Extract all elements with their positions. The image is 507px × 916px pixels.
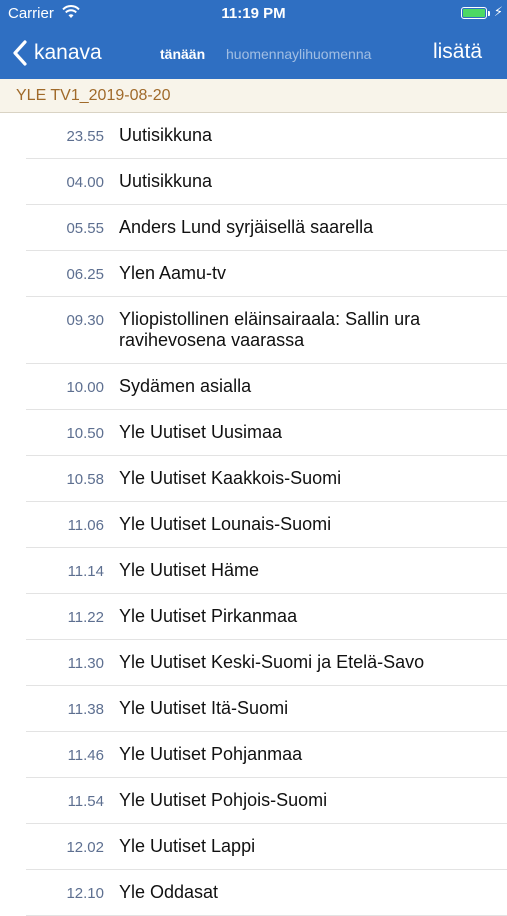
program-row[interactable]: 11.06 Yle Uutiset Lounais-Suomi [26,502,507,548]
program-time: 10.58 [66,471,104,488]
program-time: 10.50 [66,425,104,442]
chevron-left-icon [13,40,27,66]
program-time: 04.00 [66,174,104,191]
program-time: 11.46 [67,747,104,764]
program-row[interactable]: 12.02 Yle Uutiset Lappi [26,824,507,870]
program-time: 11.14 [67,563,104,580]
clock: 11:19 PM [221,5,286,22]
tab-day-after-tomorrow[interactable]: ylihuomenna [292,46,371,62]
program-row[interactable]: 11.46 Yle Uutiset Pohjanmaa [26,732,507,778]
back-button[interactable]: kanava [12,36,102,70]
program-time: 10.00 [66,379,104,396]
program-title: Yliopistollinen eläinsairaala: Sallin ur… [119,309,421,350]
program-time: 12.02 [66,839,104,856]
program-time: 05.55 [66,220,104,237]
program-time: 11.38 [67,701,104,718]
program-title: Yle Uutiset Uusimaa [119,422,283,442]
program-title: Anders Lund syrjäisellä saarella [119,217,374,237]
program-title: Yle Oddasat [119,882,219,902]
program-row[interactable]: 09.30 Yliopistollinen eläinsairaala: Sall… [26,297,507,364]
program-list: 23.55 Uutisikkuna 04.00 Uutisikkuna 05.55 A… [0,113,507,916]
battery-tip [488,11,490,16]
program-row[interactable]: 10.50 Yle Uutiset Uusimaa [26,410,507,456]
program-row[interactable]: 11.54 Yle Uutiset Pohjois-Suomi [26,778,507,824]
program-title: Sydämen asialla [119,376,252,396]
program-row[interactable]: 11.30 Yle Uutiset Keski-Suomi ja Etelä-Sa… [26,640,507,686]
channel-title: YLE TV1_2019-08-20 [16,87,171,104]
program-time: 09.30 [66,312,104,329]
program-row[interactable]: 11.14 Yle Uutiset Häme [26,548,507,594]
program-title: Ylen Aamu-tv [119,263,227,283]
navigation-header: Carrier 11:19 PM ⚡ kanava tänään huomenn… [0,0,507,79]
day-tabs: tänään huomenna ylihuomenna [160,36,371,72]
program-row[interactable]: 05.55 Anders Lund syrjäisellä saarella [26,205,507,251]
program-title: Yle Uutiset Pohjois-Suomi [119,790,328,810]
program-title: Yle Uutiset Keski-Suomi ja Etelä-Savo [119,652,425,672]
program-time: 12.10 [66,885,104,902]
program-row[interactable]: 10.58 Yle Uutiset Kaakkois-Suomi [26,456,507,502]
battery-icon [461,7,487,19]
program-title: Yle Uutiset Pohjanmaa [119,744,303,764]
program-row[interactable]: 12.10 Yle Oddasat [26,870,507,916]
program-title: Uutisikkuna [119,171,213,191]
program-time: 11.30 [67,655,104,672]
program-title: Yle Uutiset Lappi [119,836,256,856]
status-bar: Carrier 11:19 PM ⚡ [0,0,507,28]
program-row[interactable]: 10.00 Sydämen asialla [26,364,507,410]
program-time: 23.55 [66,128,104,145]
program-row[interactable]: 04.00 Uutisikkuna [26,159,507,205]
program-time: 06.25 [66,266,104,283]
back-label: kanava [34,41,102,64]
more-button[interactable]: lisätä [433,40,482,64]
charging-icon: ⚡ [493,4,503,19]
tab-today[interactable]: tänään [160,46,226,62]
program-row[interactable]: 11.22 Yle Uutiset Pirkanmaa [26,594,507,640]
program-title: Yle Uutiset Lounais-Suomi [119,514,332,534]
program-title: Yle Uutiset Kaakkois-Suomi [119,468,342,488]
program-title: Yle Uutiset Häme [119,560,260,580]
program-row[interactable]: 06.25 Ylen Aamu-tv [26,251,507,297]
program-row[interactable]: 23.55 Uutisikkuna [26,113,507,159]
program-time: 11.06 [67,517,104,534]
program-title: Yle Uutiset Itä-Suomi [119,698,289,718]
channel-header: YLE TV1_2019-08-20 [0,79,507,113]
program-row[interactable]: 11.38 Yle Uutiset Itä-Suomi [26,686,507,732]
nav-bar: kanava tänään huomenna ylihuomenna lisät… [0,28,507,79]
program-time: 11.22 [67,609,104,626]
program-title: Yle Uutiset Pirkanmaa [119,606,298,626]
tab-tomorrow[interactable]: huomenna [226,46,292,62]
program-title: Uutisikkuna [119,125,213,145]
program-time: 11.54 [67,793,104,810]
